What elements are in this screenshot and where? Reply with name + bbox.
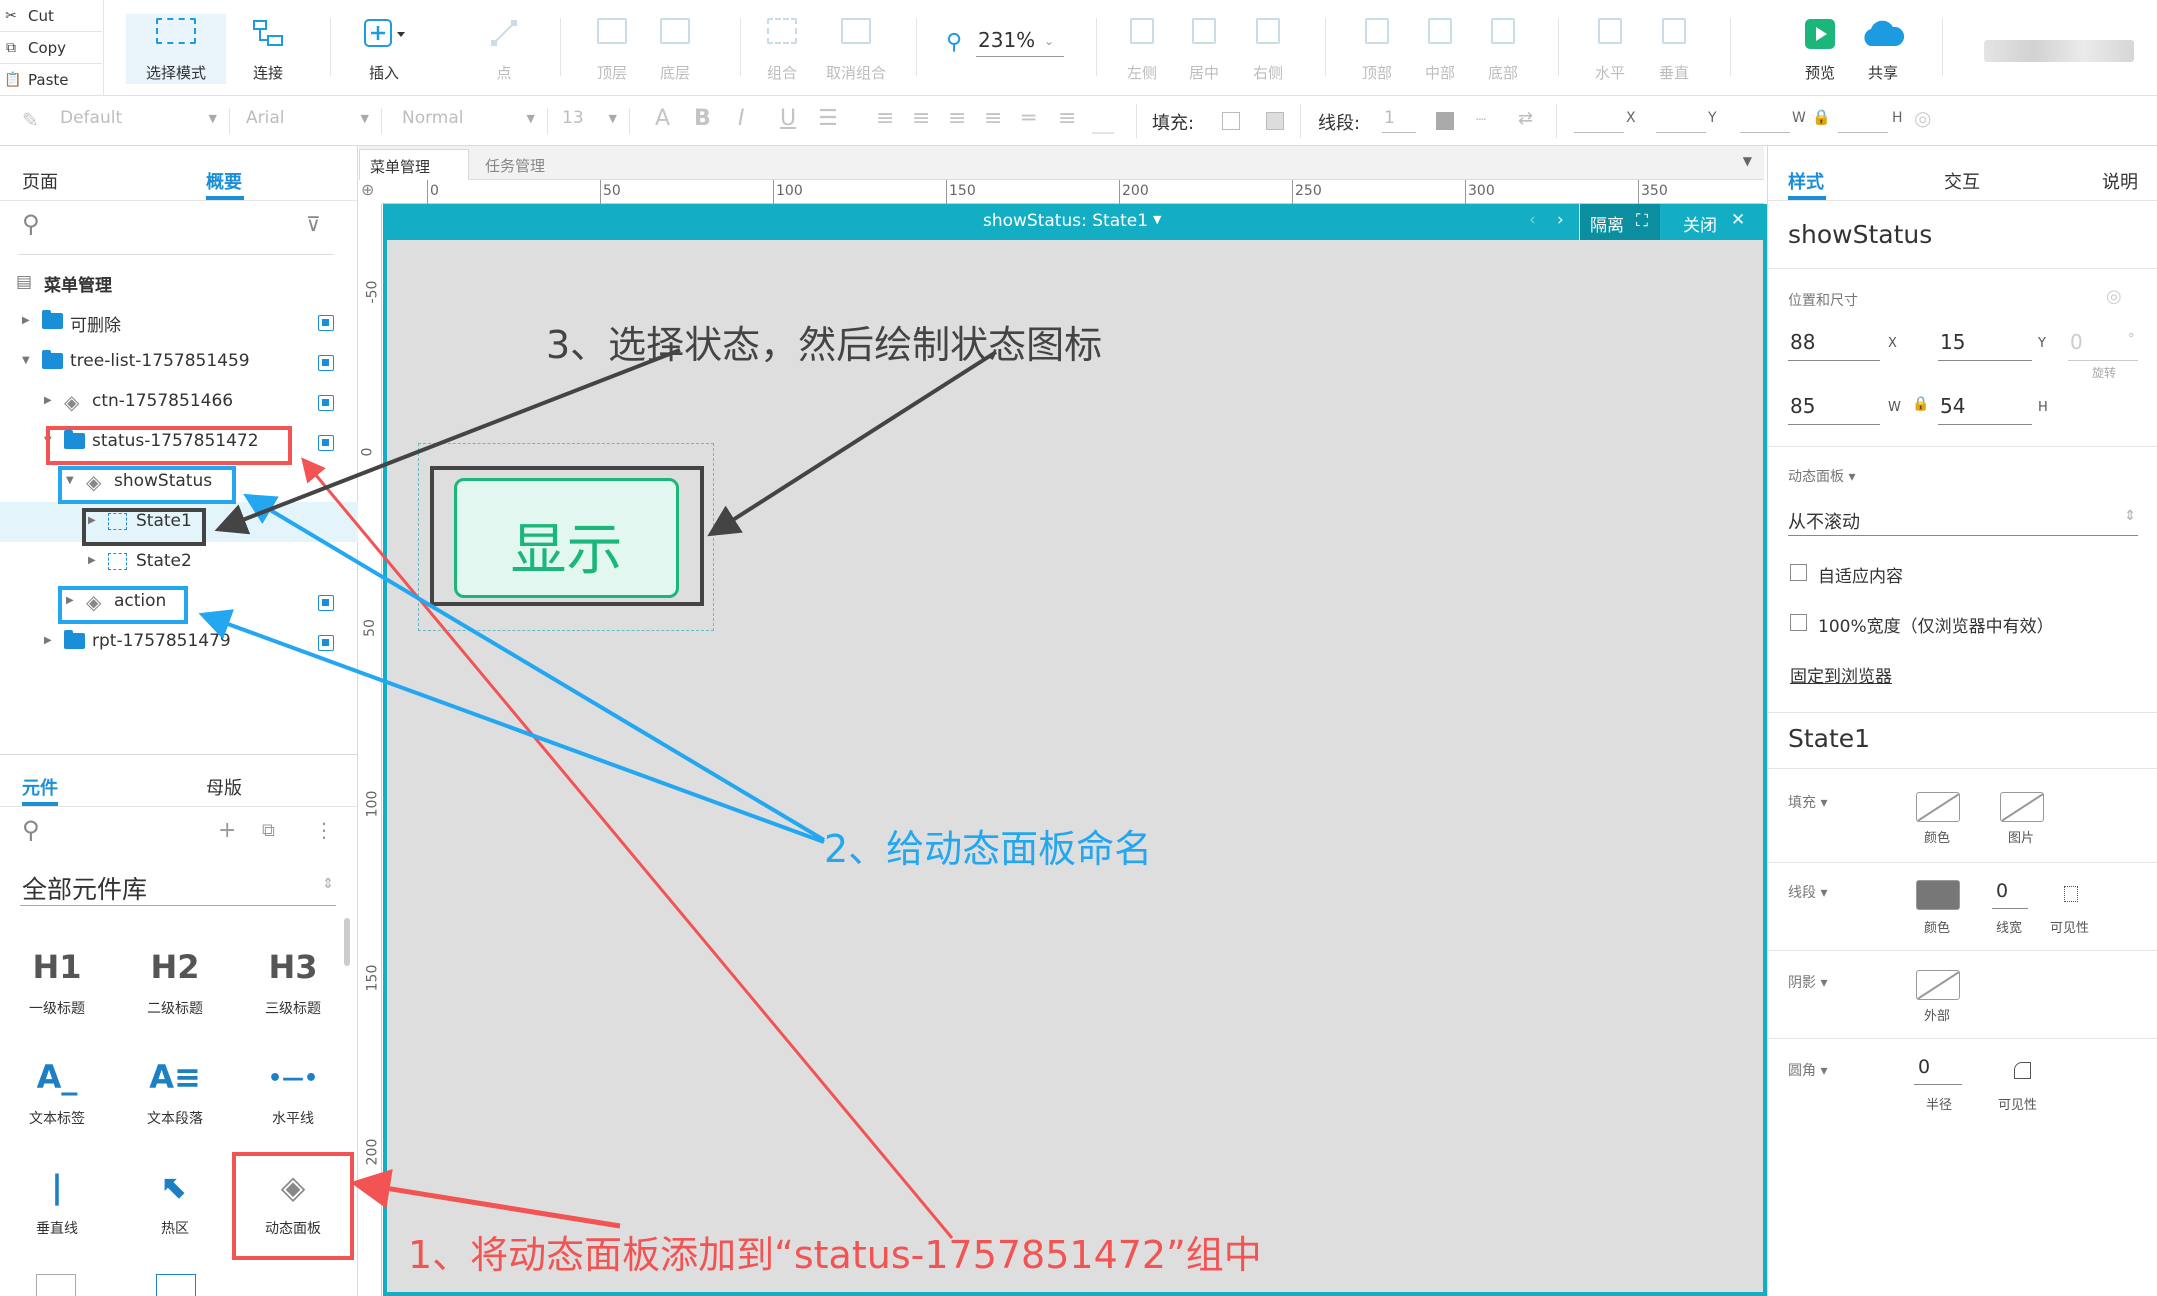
annotation-step2: 2、给动态面板命名 — [824, 827, 1153, 871]
arrow-to-dynamic-panel-widget — [350, 1169, 621, 1229]
annotation-arrows — [198, 348, 998, 1239]
arrow-to-action — [198, 609, 825, 844]
annotation-step3: 3、选择状态，然后绘制状态图标 — [546, 323, 1103, 367]
arrow-to-showstatus — [243, 493, 826, 842]
arrow-to-show-button — [707, 350, 998, 537]
arrow-to-state1 — [214, 348, 681, 535]
annotation-step1: 1、将动态面板添加到“status-1757851472”组中 — [408, 1233, 1262, 1277]
